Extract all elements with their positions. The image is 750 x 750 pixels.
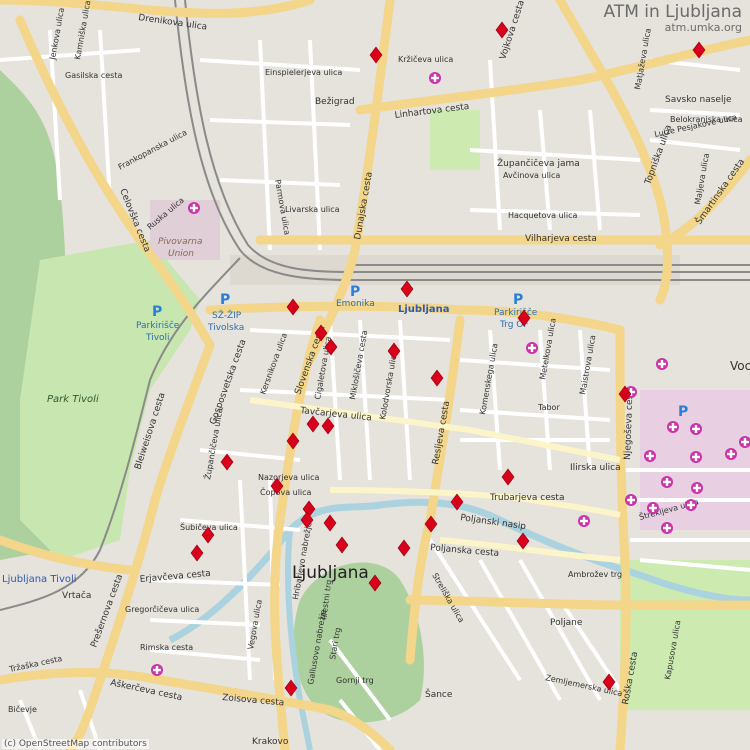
- parking-icon: P: [350, 284, 360, 300]
- label-nazorjeva: Nazorjeva ulica: [258, 473, 320, 482]
- label-livarska: Livarska ulica: [285, 205, 340, 214]
- pharmacy-icon: [644, 450, 656, 462]
- label-gornji-trg: Gornji trg: [336, 676, 374, 685]
- label-pivovarna-2: Union: [168, 249, 194, 259]
- pharmacy-icon: [578, 515, 590, 527]
- pharmacy-icon: [690, 423, 702, 435]
- label-gregorciceva: Gregorčičeva ulica: [125, 604, 199, 614]
- label-krziceva: Kržičeva ulica: [398, 54, 453, 64]
- attribution: (c) OpenStreetMap contributors: [2, 739, 149, 749]
- label-parking-sz-1: SŽ-ŽIP: [212, 309, 242, 321]
- label-city-ljubljana: Ljubljana: [292, 563, 369, 583]
- pharmacy-icon: [526, 342, 538, 354]
- pharmacy-icon: [690, 451, 702, 463]
- label-copova: Čopova ulica: [260, 486, 312, 497]
- label-parking-trg-1: Parkirišče: [494, 307, 538, 318]
- label-avcinova: Avčinova ulica: [503, 170, 560, 180]
- label-parking-sz-2: Tivolska: [207, 323, 244, 333]
- label-rimska: Rimska cesta: [140, 643, 193, 652]
- label-vrtaca: Vrtača: [62, 590, 91, 601]
- pharmacy-icon: [685, 499, 697, 511]
- map-header: ATM in Ljubljana atm.umka.org: [604, 2, 742, 34]
- label-ljubljana-station: Ljubljana: [398, 304, 450, 315]
- pharmacy-icon: [691, 482, 703, 494]
- label-trubarjeva: Trubarjeva cesta: [489, 493, 564, 503]
- label-savsko-naselje: Savsko naselje: [665, 95, 732, 105]
- label-bicevje: Bičevje: [8, 704, 37, 714]
- label-krakovo: Krakovo: [252, 737, 289, 747]
- pharmacy-icon: [661, 522, 673, 534]
- label-park-tivoli: Park Tivoli: [47, 394, 99, 405]
- green-north: [430, 110, 480, 170]
- label-ambrozev: Ambrožev trg: [568, 570, 622, 579]
- pharmacy-icon: [667, 421, 679, 433]
- label-zupanciceva-jama: Župančičeva jama: [497, 157, 580, 169]
- label-hacquetova: Hacquetova ulica: [508, 211, 578, 220]
- label-pivovarna-1: Pivovarna: [158, 237, 203, 247]
- parking-icon: P: [152, 304, 162, 320]
- parking-icon: P: [513, 292, 523, 308]
- label-sance: Šance: [425, 688, 453, 700]
- label-ilirska: Ilirska ulica: [570, 463, 621, 473]
- label-parking-tivoli-2: Tivoli: [145, 333, 170, 343]
- green-east: [620, 560, 750, 710]
- label-tabor: Tabor: [537, 403, 560, 412]
- map-view[interactable]: Drenikova ulica Celovška cesta Dunajska …: [0, 0, 750, 750]
- pharmacy-icon: [725, 448, 737, 460]
- map-canvas[interactable]: Drenikova ulica Celovška cesta Dunajska …: [0, 0, 750, 750]
- label-emonika: Emonika: [336, 299, 375, 309]
- label-voc: Voc: [730, 359, 750, 373]
- parking-icon: P: [678, 404, 688, 420]
- pharmacy-icon: [625, 494, 637, 506]
- label-vilharjeva: Vilharjeva cesta: [525, 234, 597, 244]
- label-bezigrad: Bežigrad: [315, 97, 355, 107]
- road-poljanska-east: [405, 595, 750, 610]
- map-subtitle: atm.umka.org: [664, 21, 742, 34]
- label-ljubljana-tivoli: Ljubljana Tivoli: [2, 574, 77, 585]
- pharmacy-icon: [647, 502, 659, 514]
- pharmacy-icon: [656, 358, 668, 370]
- map-title: ATM in Ljubljana: [603, 2, 742, 22]
- pharmacy-icon: [661, 476, 673, 488]
- label-parking-tivoli-1: Parkirišče: [136, 320, 180, 331]
- label-poljane: Poljane: [550, 618, 583, 628]
- label-einspielerjeva: Einspielerjeva ulica: [265, 68, 342, 77]
- pharmacy-icon: [151, 664, 163, 676]
- parking-icon: P: [220, 292, 230, 308]
- pharmacy-icon: [429, 72, 441, 84]
- pharmacy-icon: [188, 202, 200, 214]
- label-gasilska: Gasilska cesta: [65, 71, 122, 80]
